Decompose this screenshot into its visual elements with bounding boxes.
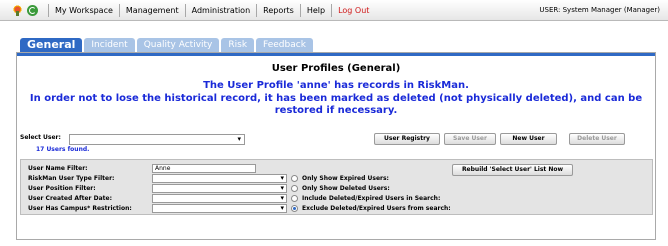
menu-divider — [48, 3, 49, 17]
user-name-filter-label: User Name Filter: — [28, 165, 88, 172]
menu-divider — [118, 3, 120, 17]
campus-restriction-label: User Has Campus* Restriction: — [28, 205, 132, 212]
user-created-after-label: User Created After Date: — [28, 195, 112, 202]
save-user-button[interactable]: Save User — [444, 133, 496, 145]
filter-panel: User Name Filter: Anne RiskMan User Type… — [20, 159, 653, 215]
delete-user-button[interactable]: Delete User — [569, 133, 625, 145]
users-found-count: 17 Users found. — [36, 146, 90, 153]
menu-divider — [256, 3, 258, 17]
current-user-label: USER: System Manager (Manager) — [539, 6, 660, 14]
include-deleted-label: Include Deleted/Expired Users in Search: — [302, 195, 441, 202]
user-type-filter-label: RiskMan User Type Filter: — [28, 175, 115, 182]
select-user-dropdown[interactable] — [69, 134, 245, 145]
exclude-deleted-radio[interactable] — [291, 205, 298, 212]
user-profiles-panel: User Profiles (General) The User Profile… — [16, 52, 656, 240]
select-user-label: Select User: — [20, 134, 61, 141]
tab-general[interactable]: General — [20, 38, 83, 52]
only-deleted-label: Only Show Deleted Users: — [302, 185, 390, 192]
tab-strip: General Incident Quality Activity Risk F… — [20, 38, 315, 52]
menu-divider — [331, 3, 333, 17]
refresh-icon[interactable] — [27, 4, 38, 16]
only-deleted-radio[interactable] — [291, 185, 298, 192]
user-registry-button[interactable]: User Registry — [374, 133, 440, 145]
only-expired-label: Only Show Expired Users: — [302, 175, 389, 182]
campus-restriction-select[interactable] — [152, 204, 287, 213]
menu-my-workspace[interactable]: My Workspace — [55, 6, 113, 15]
exclude-deleted-label: Exclude Deleted/Expired Users from searc… — [302, 205, 451, 212]
new-user-button[interactable]: New User — [500, 133, 557, 145]
user-type-filter-select[interactable] — [152, 174, 287, 183]
menu-divider — [299, 3, 301, 17]
page-title: User Profiles (General) — [271, 63, 401, 74]
tab-quality-activity[interactable]: Quality Activity — [136, 38, 220, 52]
tab-feedback[interactable]: Feedback — [256, 38, 313, 52]
include-deleted-radio[interactable] — [291, 195, 298, 202]
user-position-filter-label: User Position Filter: — [28, 185, 96, 192]
only-expired-radio[interactable] — [291, 175, 298, 182]
menu-management[interactable]: Management — [126, 6, 179, 15]
tab-rule — [17, 53, 655, 56]
user-name-filter-input[interactable]: Anne — [152, 164, 256, 173]
riskman-logo-icon — [12, 4, 23, 16]
status-message-detail: In order not to lose the historical reco… — [29, 93, 643, 116]
menu-log-out[interactable]: Log Out — [338, 6, 369, 15]
tab-incident[interactable]: Incident — [84, 38, 135, 52]
rebuild-user-list-button[interactable]: Rebuild 'Select User' List Now — [452, 164, 573, 176]
top-menu-bar: My Workspace Management Administration R… — [0, 0, 668, 21]
user-created-after-select[interactable] — [152, 194, 287, 203]
tab-risk[interactable]: Risk — [221, 38, 255, 52]
status-message: The User Profile 'anne' has records in R… — [203, 80, 469, 91]
user-position-filter-select[interactable] — [152, 184, 287, 193]
menu-administration[interactable]: Administration — [192, 6, 251, 15]
menu-divider — [184, 3, 186, 17]
menu-reports[interactable]: Reports — [263, 6, 294, 15]
menu-help[interactable]: Help — [307, 6, 325, 15]
